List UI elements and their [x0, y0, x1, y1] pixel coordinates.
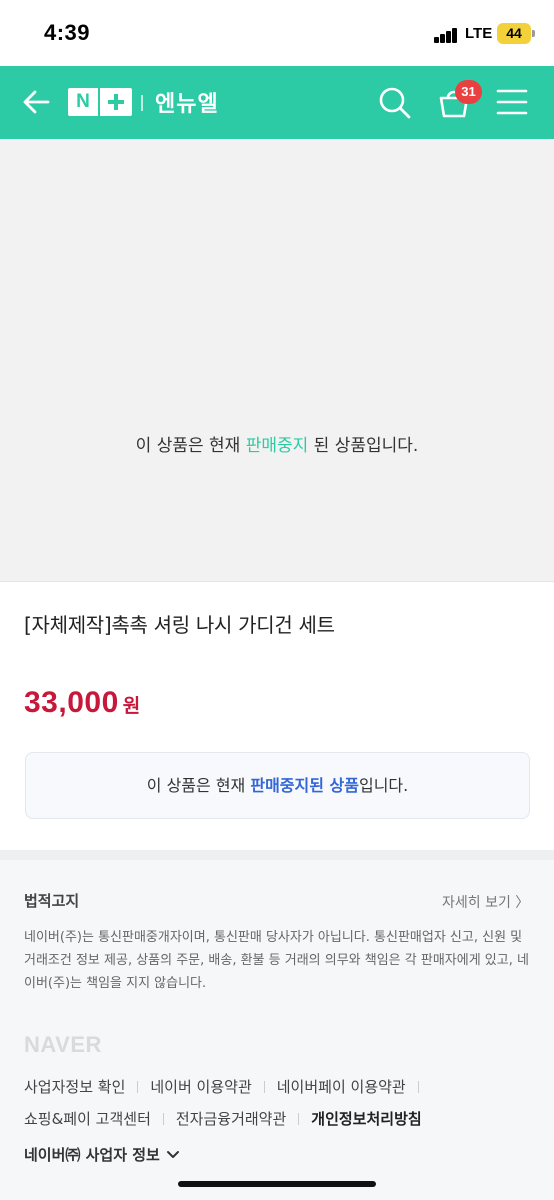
- footer-link-privacy-policy[interactable]: 개인정보처리방침: [311, 1108, 421, 1129]
- notice-suffix: 입니다.: [358, 776, 409, 795]
- home-indicator: [178, 1181, 376, 1187]
- price-value: 33,000: [24, 686, 119, 719]
- footer-link-efinance-terms[interactable]: 전자금융거래약관: [176, 1108, 286, 1129]
- notice-prefix: 이 상품은 현재: [146, 776, 251, 795]
- network-label: LTE: [465, 25, 493, 42]
- battery-icon: 44: [497, 23, 531, 44]
- sale-stopped-notice: 이 상품은 현재 판매중지된 상품입니다.: [25, 752, 530, 819]
- sale-stopped-message: 이 상품은 현재 판매중지 된 상품입니다.: [0, 431, 554, 456]
- status-time: 4:39: [44, 20, 91, 45]
- link-separator: [162, 1112, 164, 1125]
- link-separator: [417, 1080, 419, 1093]
- link-separator: [137, 1080, 139, 1093]
- signal-icon: [434, 27, 462, 43]
- footer-link-naver-terms[interactable]: 네이버 이용약관: [150, 1076, 251, 1097]
- footer-links-row2: 쇼핑&페이 고객센터 전자금융거래약관 개인정보처리방침: [24, 1108, 422, 1129]
- footer-link-customer-center[interactable]: 쇼핑&페이 고객센터: [24, 1108, 151, 1129]
- product-image-area: 이 상품은 현재 판매중지 된 상품입니다.: [0, 139, 554, 582]
- legal-title: 법적고지: [24, 892, 80, 910]
- business-info-label: 네이버㈜ 사업자 정보: [24, 1146, 160, 1164]
- price-unit: 원: [122, 695, 141, 717]
- msg-highlight: 판매중지: [245, 436, 309, 456]
- status-bar: 4:39 LTE 44: [0, 0, 554, 66]
- link-separator: [298, 1112, 300, 1125]
- notice-highlight: 판매중지된 상품: [250, 776, 359, 795]
- footer-link-naverpay-terms[interactable]: 네이버페이 이용약관: [277, 1076, 406, 1097]
- footer-links-row1: 사업자정보 확인 네이버 이용약관 네이버페이 이용약관: [24, 1076, 431, 1097]
- legal-more-link[interactable]: 자세히 보기 〉: [442, 892, 529, 912]
- header-divider: [141, 95, 143, 111]
- plus-icon: [100, 88, 132, 116]
- link-separator: [263, 1080, 265, 1093]
- business-info-toggle[interactable]: 네이버㈜ 사업자 정보: [24, 1144, 181, 1165]
- back-arrow-icon[interactable]: [20, 86, 52, 118]
- footer-link-business-info[interactable]: 사업자정보 확인: [24, 1076, 125, 1097]
- cart-count-badge: 31: [455, 80, 482, 104]
- naver-logo: NAVER: [24, 1032, 102, 1057]
- search-icon[interactable]: [378, 86, 412, 120]
- store-name[interactable]: 엔뉴엘: [155, 86, 219, 118]
- chevron-down-icon: [166, 1150, 179, 1158]
- logo-n: N: [68, 88, 98, 116]
- product-title: [자체제작]촉촉 셔링 나시 가디건 세트: [24, 613, 335, 637]
- footer: 법적고지 자세히 보기 〉 네이버(주)는 통신판매중개자이며, 통신판매 당사…: [0, 850, 554, 1200]
- menu-icon[interactable]: [496, 88, 528, 116]
- legal-text: 네이버(주)는 통신판매중개자이며, 통신판매 당사자가 아닙니다. 통신판매업…: [24, 930, 529, 991]
- msg-suffix: 된 상품입니다.: [308, 436, 419, 456]
- battery-nub: [532, 30, 535, 37]
- naver-plus-logo[interactable]: N: [68, 88, 132, 116]
- product-price: 33,000 원: [24, 686, 140, 720]
- msg-prefix: 이 상품은 현재: [135, 436, 246, 456]
